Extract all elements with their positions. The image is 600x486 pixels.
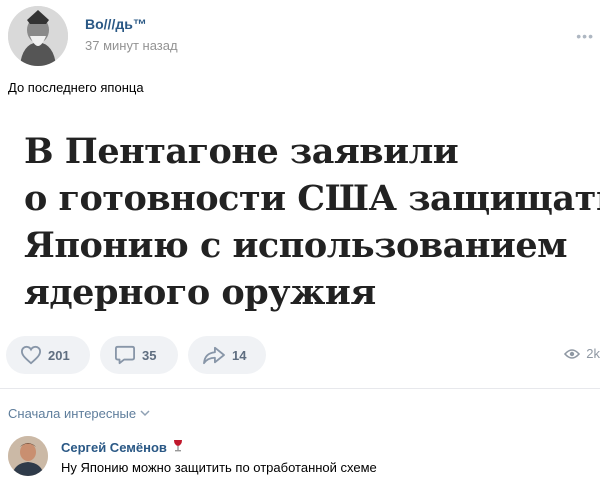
comment-author-name: Сергей Семёнов [61,440,167,455]
comment-button[interactable]: 35 [100,336,178,374]
comment-count: 35 [142,347,157,363]
divider [0,388,600,389]
sort-label: Сначала интересные [8,406,137,421]
headline-line: о готовности США защищать [24,178,600,219]
author-avatar[interactable] [8,6,68,66]
wine-glass-icon [173,439,183,456]
comment-author[interactable]: Сергей Семёнов [61,439,183,456]
headline-line: В Пентагоне заявили [24,131,459,172]
eye-icon [564,348,581,359]
views-count: 2k [586,346,600,361]
headline-line: ядерного оружия [24,272,376,313]
comment-icon [115,345,135,365]
share-icon [203,346,225,365]
comment-author-avatar[interactable] [8,436,48,476]
like-count: 201 [48,347,70,363]
post-actions: 201 35 14 2k [0,336,600,374]
share-button[interactable]: 14 [188,336,266,374]
headline-image[interactable]: В Пентагоне заявили о готовности США защ… [24,128,600,316]
comment-text: Ну Японию можно защитить по отработанной… [61,460,377,475]
share-count: 14 [232,347,247,363]
heart-icon [20,345,42,365]
comments-sort-dropdown[interactable]: Сначала интересные [8,406,150,421]
author-name[interactable]: Во///дь™ [85,16,147,32]
post-header: Во///дь™ 37 минут назад ••• [8,6,600,66]
like-button[interactable]: 201 [6,336,90,374]
views-counter: 2k [564,346,600,361]
more-dots-icon[interactable]: ••• [576,28,594,44]
headline-line: Японию с использованием [24,225,568,266]
post-text: До последнего японца [8,80,144,95]
post-time[interactable]: 37 минут назад [85,38,178,53]
chevron-down-icon [140,410,150,417]
